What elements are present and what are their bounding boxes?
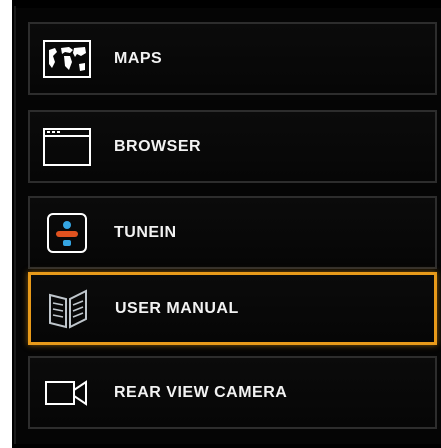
left-edge [14,6,16,444]
menu-item-label: BROWSER [114,137,202,155]
menu-item-rear-view-camera[interactable]: REAR VIEW CAMERA [28,356,437,429]
menu-item-label: USER MANUAL [115,299,239,317]
tunein-icon [42,212,92,254]
menu-item-tunein[interactable]: TUNEIN [28,196,437,269]
menu-item-label: TUNEIN [114,223,177,241]
book-icon [43,288,93,330]
camera-icon [42,372,92,414]
menu-item-label: REAR VIEW CAMERA [114,383,288,401]
menu-item-maps[interactable]: MAPS [28,22,437,95]
map-icon [42,38,92,80]
menu-item-label: MAPS [114,49,163,67]
menu-item-user-manual[interactable]: USER MANUAL [28,272,437,345]
menu-item-browser[interactable]: BROWSER [28,110,437,183]
browser-window-icon [42,126,92,168]
